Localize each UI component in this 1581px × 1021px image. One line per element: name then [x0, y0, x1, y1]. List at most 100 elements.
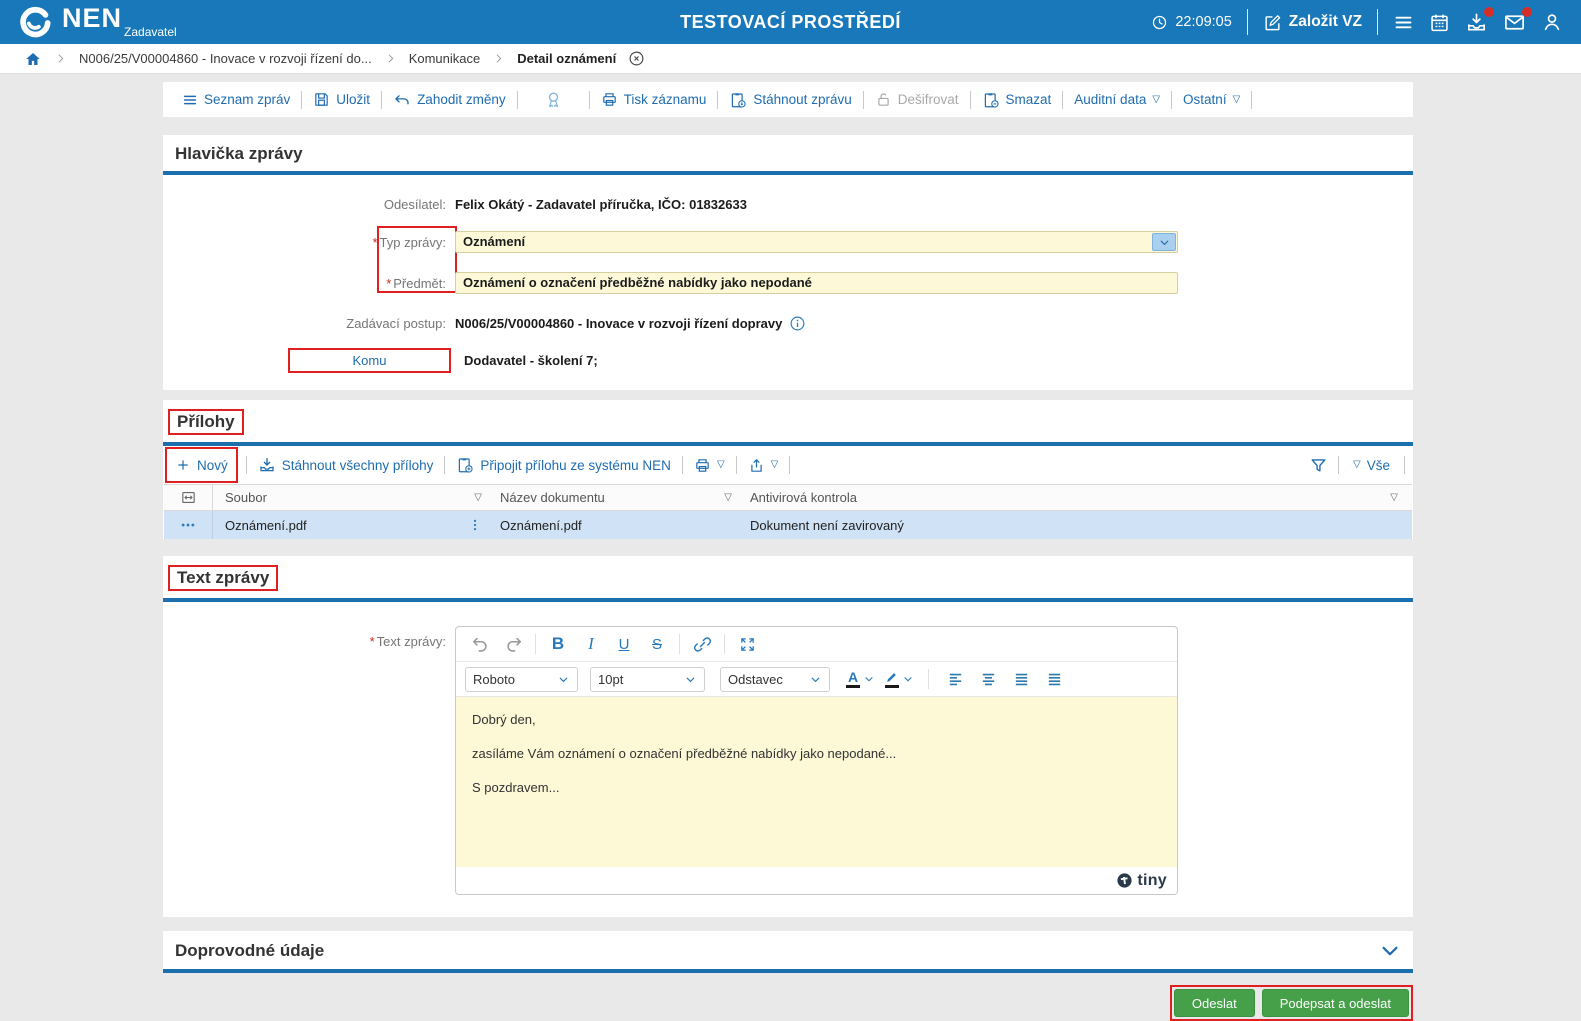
other-actions-button[interactable]: Ostatní ▽ [1172, 92, 1251, 107]
message-text-title: Text zprávy [168, 565, 279, 591]
messages-notification-dot [1522, 6, 1532, 17]
editor-content-area[interactable]: Dobrý den, zasíláme Vám oznámení o označ… [456, 697, 1177, 867]
redo-icon [504, 635, 523, 654]
nen-logo[interactable]: NEN Zadavatel [0, 3, 177, 41]
filter-funnel-icon[interactable] [1309, 456, 1328, 475]
column-header-file[interactable]: Soubor ▽ [213, 490, 490, 505]
align-justify-button[interactable] [1039, 665, 1069, 693]
print-record-button[interactable]: Tisk záznamu [590, 91, 718, 108]
column-header-doc-name[interactable]: Název dokumentu ▽ [490, 490, 740, 505]
column-config-button[interactable] [164, 485, 213, 510]
audit-data-button[interactable]: Auditní data ▽ [1063, 92, 1171, 107]
block-format-select[interactable]: Odstavec [720, 666, 830, 692]
breadcrumb-separator-icon [492, 52, 505, 65]
align-right-button[interactable] [1006, 665, 1036, 693]
attachment-row[interactable]: Oznámení.pdf Oznámení.pdf Dokument není … [164, 511, 1412, 539]
attach-from-nen-button[interactable]: Připojit přílohu ze systému NEN [445, 456, 682, 474]
underline-button[interactable]: U [609, 630, 639, 658]
select-dropdown-button[interactable] [1152, 233, 1176, 251]
certificate-button[interactable] [518, 90, 589, 109]
create-vz-button[interactable]: Založit VZ [1263, 13, 1362, 32]
delete-label: Smazat [1005, 92, 1052, 107]
home-icon [24, 50, 42, 68]
message-paragraph: Dobrý den, [472, 712, 536, 727]
print-record-label: Tisk záznamu [623, 92, 707, 107]
send-button[interactable]: Odeslat [1173, 989, 1255, 1017]
annotation-box-send-buttons: Odeslat Podepsat a odeslat [1169, 985, 1413, 1021]
font-family-select[interactable]: Roboto [465, 666, 578, 692]
message-paragraph: zasíláme Vám oznámení o označení předběž… [472, 746, 897, 761]
italic-button[interactable]: I [576, 630, 606, 658]
filter-all-button[interactable]: ▽ Vše [1349, 458, 1394, 473]
column-filter-icon[interactable]: ▽ [724, 492, 732, 503]
row-menu-button[interactable] [164, 511, 213, 539]
editor-toolbar-row2: Roboto 10pt Odstavec A [456, 662, 1177, 697]
subject-row: * Předmět: Oznámení o označení předběžné … [163, 272, 1413, 294]
environment-title: TESTOVACÍ PROSTŘEDÍ [680, 11, 901, 32]
attachments-table: Soubor ▽ Název dokumentu ▽ Antivirová ko… [164, 484, 1412, 539]
downloads-button[interactable] [1465, 6, 1494, 34]
procurement-procedure-label: Zadávací postup: [346, 316, 446, 331]
bold-button[interactable]: B [543, 630, 573, 658]
close-tab-button[interactable] [628, 50, 645, 67]
download-all-attachments-label: Stáhnout všechny přílohy [281, 457, 434, 473]
discard-changes-button[interactable]: Zahodit změny [382, 91, 517, 109]
align-center-icon [980, 671, 997, 688]
recipients-button[interactable]: Komu [288, 348, 451, 373]
save-button[interactable]: Uložit [302, 91, 381, 108]
drag-handle-icon[interactable] [468, 518, 482, 532]
profile-button[interactable] [1541, 11, 1563, 33]
editor-redo-button[interactable] [498, 630, 528, 658]
print-attachments-button[interactable]: ▽ [683, 457, 736, 474]
strikethrough-button[interactable]: S [642, 630, 672, 658]
decrypt-button[interactable]: Dešifrovat [864, 91, 970, 108]
annotation-box-new-button: Nový [165, 447, 238, 483]
column-header-antivirus[interactable]: Antivirová kontrola ▽ [740, 490, 1412, 505]
attachments-toolbar: Nový Stáhnout všechny přílohy Připojit p… [163, 446, 1413, 484]
fullscreen-button[interactable] [732, 630, 762, 658]
header-divider [1246, 9, 1248, 35]
toolbar-divider [1338, 456, 1340, 474]
toolbar-divider [789, 456, 791, 474]
main-menu-button[interactable] [1393, 12, 1414, 33]
insert-link-button[interactable] [687, 630, 717, 658]
breadcrumb-item-procedure[interactable]: N006/25/V00004860 - Inovace v rozvoji ří… [79, 51, 372, 66]
calendar-button[interactable] [1429, 12, 1450, 33]
editor-toolbar-divider [724, 634, 725, 654]
column-filter-icon[interactable]: ▽ [1390, 492, 1398, 503]
procurement-procedure-row: Zadávací postup: N006/25/V00004860 - Ino… [163, 315, 1413, 332]
home-breadcrumb-button[interactable] [24, 50, 42, 68]
session-clock: 22:09:05 [1151, 14, 1232, 31]
font-size-select[interactable]: 10pt [590, 666, 705, 692]
new-attachment-button[interactable]: Nový [167, 457, 236, 473]
download-all-attachments-button[interactable]: Stáhnout všechny přílohy [247, 456, 445, 474]
align-left-icon [947, 671, 964, 688]
sign-and-send-button[interactable]: Podepsat a odeslat [1261, 989, 1409, 1017]
calendar-icon [1429, 12, 1450, 33]
breadcrumb-item-communication[interactable]: Komunikace [409, 51, 481, 66]
required-mark: * [386, 275, 392, 291]
export-attachments-button[interactable]: ▽ [737, 457, 790, 474]
align-center-button[interactable] [973, 665, 1003, 693]
info-icon[interactable] [789, 315, 806, 332]
highlight-color-button[interactable] [881, 671, 917, 688]
column-filter-icon[interactable]: ▽ [474, 492, 482, 503]
message-type-select[interactable]: Oznámení [455, 231, 1178, 253]
breadcrumb-item-current: Detail oznámení [517, 51, 617, 66]
editor-undo-button[interactable] [465, 630, 495, 658]
dropdown-triangle-icon: ▽ [770, 459, 779, 470]
download-message-button[interactable]: Stáhnout zprávu [718, 91, 862, 109]
editor-toolbar-row1: B I U S [456, 627, 1177, 662]
subject-input[interactable]: Oznámení o označení předběžné nabídky ja… [455, 272, 1178, 294]
delete-button[interactable]: Smazat [971, 91, 1063, 109]
cell-antivirus: Dokument není zavirovaný [750, 517, 904, 533]
expand-section-button[interactable] [1379, 940, 1401, 962]
text-color-button[interactable]: A [843, 670, 878, 688]
link-icon [693, 635, 712, 654]
align-left-button[interactable] [940, 665, 970, 693]
save-icon [313, 91, 330, 108]
message-type-label: * Typ zprávy: [372, 234, 446, 250]
messages-button[interactable] [1503, 6, 1532, 34]
message-list-button[interactable]: Seznam zpráv [171, 92, 301, 108]
attachments-section: Přílohy Nový Stáhnout všechny přílohy Př… [163, 400, 1413, 539]
